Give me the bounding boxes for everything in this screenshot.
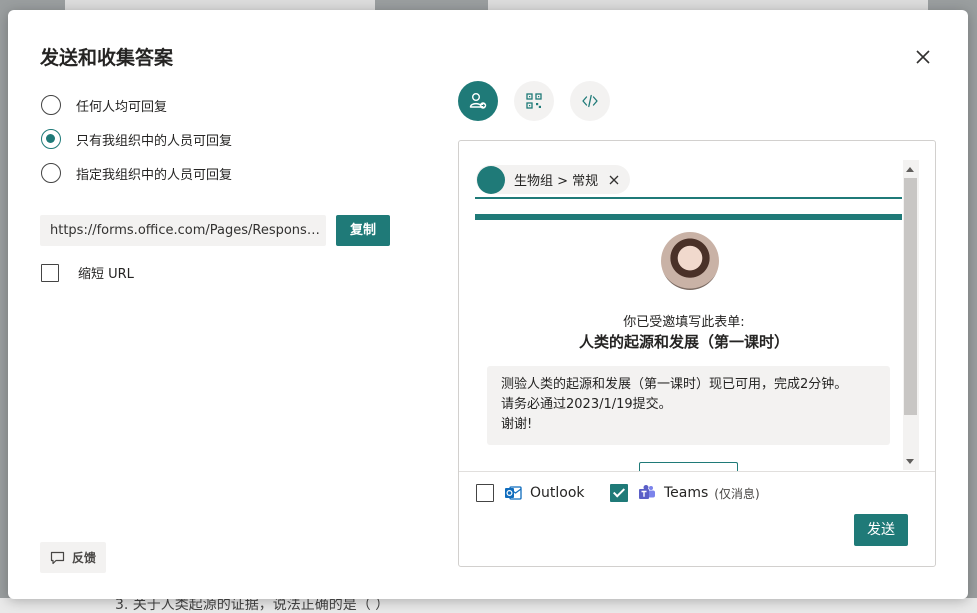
radio-org-only[interactable]: 只有我组织中的人员可回复	[41, 129, 232, 149]
radio-anyone-label: 任何人均可回复	[76, 99, 168, 115]
message-line: 测验人类的起源和发展（第一课时）现已可用，完成2分钟。	[501, 377, 848, 392]
shorten-url-option[interactable]: 缩短 URL	[41, 263, 134, 282]
outlook-icon	[505, 486, 522, 500]
message-box[interactable]: 测验人类的起源和发展（第一课时）现已可用，完成2分钟。 请务必通过2023/1/…	[487, 366, 890, 445]
background-strip-right	[488, 0, 928, 10]
radio-org-only-circle[interactable]	[41, 129, 61, 149]
tab-embed[interactable]	[570, 81, 610, 121]
scroll-down-icon[interactable]	[906, 459, 914, 464]
sender-avatar	[661, 232, 719, 290]
send-dialog: 发送和收集答案 任何人均可回复 只有我组织中的人员可回复 指定我组织中的人员可回…	[8, 10, 968, 599]
qr-code-icon	[526, 93, 542, 109]
email-header-bar	[475, 214, 902, 220]
share-url-field[interactable]: https://forms.office.com/Pages/ResponseP…	[40, 215, 326, 246]
send-panel: 生物组 > 常规 你已受邀填写此表单: 人类的起源和发展（第一课时） 测验人类的…	[458, 140, 936, 567]
scroll-up-icon[interactable]	[906, 167, 914, 172]
background-question-text: 3. 关于人类起源的证据，说法正确的是（ ）	[115, 598, 390, 613]
feedback-icon	[50, 551, 65, 564]
message-line: 请务必通过2023/1/19提交。	[501, 397, 672, 412]
send-button[interactable]: 发送	[854, 514, 908, 546]
preview-scrollbar-thumb[interactable]	[904, 178, 917, 415]
teams-checkbox[interactable]	[610, 484, 628, 502]
recipient-chip-label: 生物组 > 常规	[514, 174, 599, 189]
email-preview-area: 生物组 > 常规 你已受邀填写此表单: 人类的起源和发展（第一课时） 测验人类的…	[459, 141, 935, 471]
teams-icon	[639, 485, 655, 499]
start-form-button-preview	[639, 462, 738, 471]
remove-recipient-icon[interactable]	[608, 174, 620, 186]
dialog-title: 发送和收集答案	[40, 47, 174, 69]
recipient-avatar	[477, 165, 505, 194]
feedback-label: 反馈	[72, 551, 97, 565]
outlook-label: Outlook	[530, 485, 585, 501]
tab-send-to-people[interactable]	[458, 81, 498, 121]
copy-button[interactable]: 复制	[336, 215, 390, 246]
teams-option[interactable]: Teams (仅消息)	[610, 484, 760, 502]
teams-label: Teams	[664, 485, 709, 501]
outlook-checkbox[interactable]	[476, 484, 494, 502]
tab-qr-code[interactable]	[514, 81, 554, 121]
form-title: 人类的起源和发展（第一课时）	[578, 333, 789, 351]
close-icon[interactable]	[912, 46, 934, 68]
person-send-icon	[469, 93, 487, 109]
embed-code-icon	[582, 94, 598, 108]
message-line: 谢谢!	[501, 417, 533, 432]
radio-specific-people-circle[interactable]	[41, 163, 61, 183]
outlook-option[interactable]: Outlook	[476, 484, 585, 502]
recipient-input-underline	[475, 197, 902, 199]
radio-org-only-label: 只有我组织中的人员可回复	[76, 133, 233, 149]
shorten-url-label: 缩短 URL	[78, 267, 134, 282]
recipient-chip: 生物组 > 常规	[476, 165, 631, 194]
shorten-url-checkbox[interactable]	[41, 263, 59, 282]
radio-specific-people-label: 指定我组织中的人员可回复	[76, 167, 233, 183]
radio-anyone[interactable]: 任何人均可回复	[41, 95, 167, 115]
feedback-button[interactable]: 反馈	[40, 542, 106, 573]
teams-sub-label: (仅消息)	[714, 486, 760, 501]
invite-text: 你已受邀填写此表单:	[623, 315, 745, 330]
background-strip-left	[65, 0, 375, 10]
panel-divider	[459, 471, 935, 472]
radio-anyone-circle[interactable]	[41, 95, 61, 115]
radio-specific-people[interactable]: 指定我组织中的人员可回复	[41, 163, 232, 183]
